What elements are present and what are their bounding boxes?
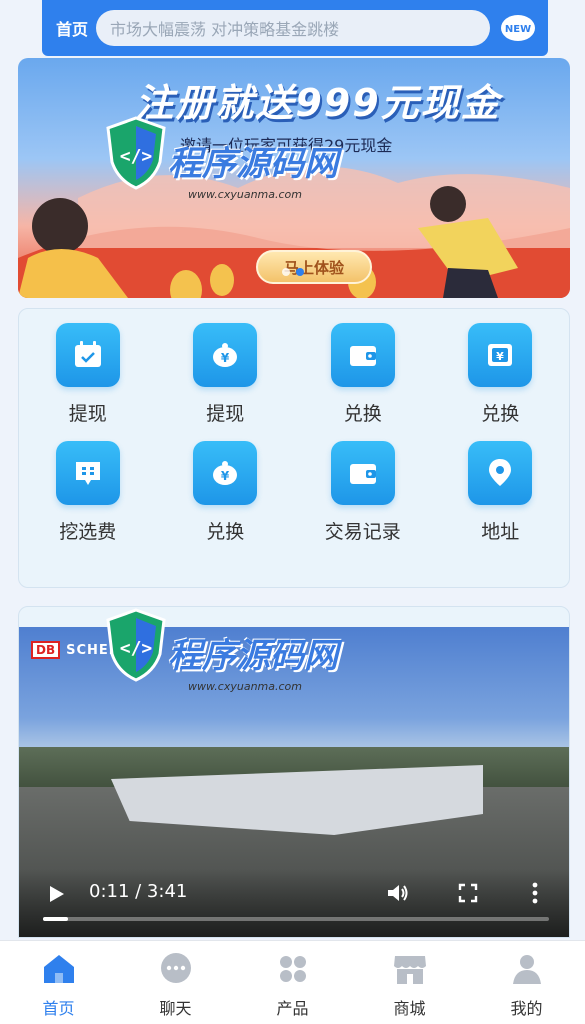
site-watermark: </> 程序源码网 www.cxyuanma.com xyxy=(104,606,354,716)
grid-item-label: 兑换 xyxy=(343,403,382,425)
carousel-dot-active[interactable] xyxy=(296,268,304,276)
grid-item-label: 兑换 xyxy=(481,403,520,425)
function-grid: 提现 ¥ 提现 兑换 ¥ 兑换 挖选费 ¥ 兑换 交易记录 地址 xyxy=(19,323,569,543)
user-icon xyxy=(509,951,545,987)
carousel-dots[interactable] xyxy=(282,268,304,276)
try-now-button[interactable]: 马上体验 xyxy=(256,250,372,284)
nav-item-chat[interactable]: 聊天 xyxy=(117,941,234,1024)
carousel-dot[interactable] xyxy=(282,268,290,276)
store-icon xyxy=(392,951,428,987)
piggy-bank-icon: ¥ xyxy=(193,323,258,387)
watermark-url: www.cxyuanma.com xyxy=(188,680,302,693)
svg-text:¥: ¥ xyxy=(221,351,230,365)
grid-item-exchange[interactable]: 兑换 xyxy=(294,323,432,425)
nav-label: 商城 xyxy=(393,999,426,1018)
nav-item-products[interactable]: 产品 xyxy=(234,941,351,1024)
calendar-check-icon xyxy=(55,323,120,387)
yen-safe-icon: ¥ xyxy=(468,323,533,387)
svg-text:NEW: NEW xyxy=(505,24,531,35)
nav-label: 我的 xyxy=(510,999,543,1018)
volume-icon[interactable] xyxy=(385,881,411,905)
apps-icon xyxy=(275,951,311,987)
brand-logo: DB xyxy=(31,641,61,659)
grid-item-withdraw-2[interactable]: ¥ 提现 xyxy=(157,323,295,425)
nav-label: 首页 xyxy=(42,999,75,1018)
location-pin-icon xyxy=(468,441,533,505)
nav-label: 聊天 xyxy=(159,999,192,1018)
news-ticker[interactable]: 市场大幅震荡 对冲策略基金跳楼 xyxy=(96,10,490,46)
svg-text:¥: ¥ xyxy=(221,469,230,483)
grid-item-withdraw[interactable]: 提现 xyxy=(19,323,157,425)
watermark-url: www.cxyuanma.com xyxy=(188,188,302,201)
video-progress-bar[interactable] xyxy=(43,917,549,921)
site-watermark: </> 程序源码网 www.cxyuanma.com xyxy=(104,114,354,224)
nav-item-profile[interactable]: 我的 xyxy=(468,941,585,1024)
grid-item-label: 挖选费 xyxy=(59,521,117,543)
new-badge-icon[interactable]: NEW xyxy=(498,10,538,46)
grid-item-label: 交易记录 xyxy=(324,521,401,543)
grid-item-exchange-3[interactable]: ¥ 兑换 xyxy=(157,441,295,543)
svg-text:</>: </> xyxy=(120,638,153,659)
grid-item-label: 地址 xyxy=(481,521,520,543)
video-controls: 0:11 / 3:41 xyxy=(19,869,569,937)
nav-label: 产品 xyxy=(276,999,309,1018)
video-time: 0:11 / 3:41 xyxy=(89,881,188,902)
grid-item-fee[interactable]: 挖选费 xyxy=(19,441,157,543)
top-header: 首页 市场大幅震荡 对冲策略基金跳楼 NEW xyxy=(42,0,548,56)
svg-text:</>: </> xyxy=(120,146,153,167)
grid-item-address[interactable]: 地址 xyxy=(432,441,570,543)
more-options-icon[interactable] xyxy=(531,881,539,905)
grid-item-label: 提现 xyxy=(68,403,107,425)
wallet-icon xyxy=(330,323,395,387)
shield-logo-icon: </> xyxy=(106,608,166,682)
ticker-text: 市场大幅震荡 对冲策略基金跳楼 xyxy=(110,20,340,39)
shield-logo-icon: </> xyxy=(106,116,166,190)
watermark-text: 程序源码网 xyxy=(168,144,338,184)
watermark-text: 程序源码网 xyxy=(168,636,338,676)
header-home-label[interactable]: 首页 xyxy=(56,16,88,40)
nav-item-home[interactable]: 首页 xyxy=(0,941,117,1024)
play-icon[interactable] xyxy=(45,883,67,905)
nav-item-store[interactable]: 商城 xyxy=(351,941,468,1024)
fullscreen-icon[interactable] xyxy=(457,882,479,904)
svg-text:¥: ¥ xyxy=(496,350,504,363)
grid-item-exchange-2[interactable]: ¥ 兑换 xyxy=(432,323,570,425)
grid-item-label: 提现 xyxy=(206,403,245,425)
function-grid-card: 提现 ¥ 提现 兑换 ¥ 兑换 挖选费 ¥ 兑换 交易记录 地址 xyxy=(18,308,570,588)
piggy-bank-icon: ¥ xyxy=(193,441,258,505)
video-progress-fill xyxy=(43,917,69,921)
wallet-icon xyxy=(330,441,395,505)
home-icon xyxy=(41,951,77,987)
bottom-navigation: 首页 聊天 产品 商城 我的 xyxy=(0,940,585,1024)
grid-item-transactions[interactable]: 交易记录 xyxy=(294,441,432,543)
grid-item-label: 兑换 xyxy=(206,521,245,543)
chat-grid-icon xyxy=(55,441,120,505)
chat-icon xyxy=(158,951,194,987)
